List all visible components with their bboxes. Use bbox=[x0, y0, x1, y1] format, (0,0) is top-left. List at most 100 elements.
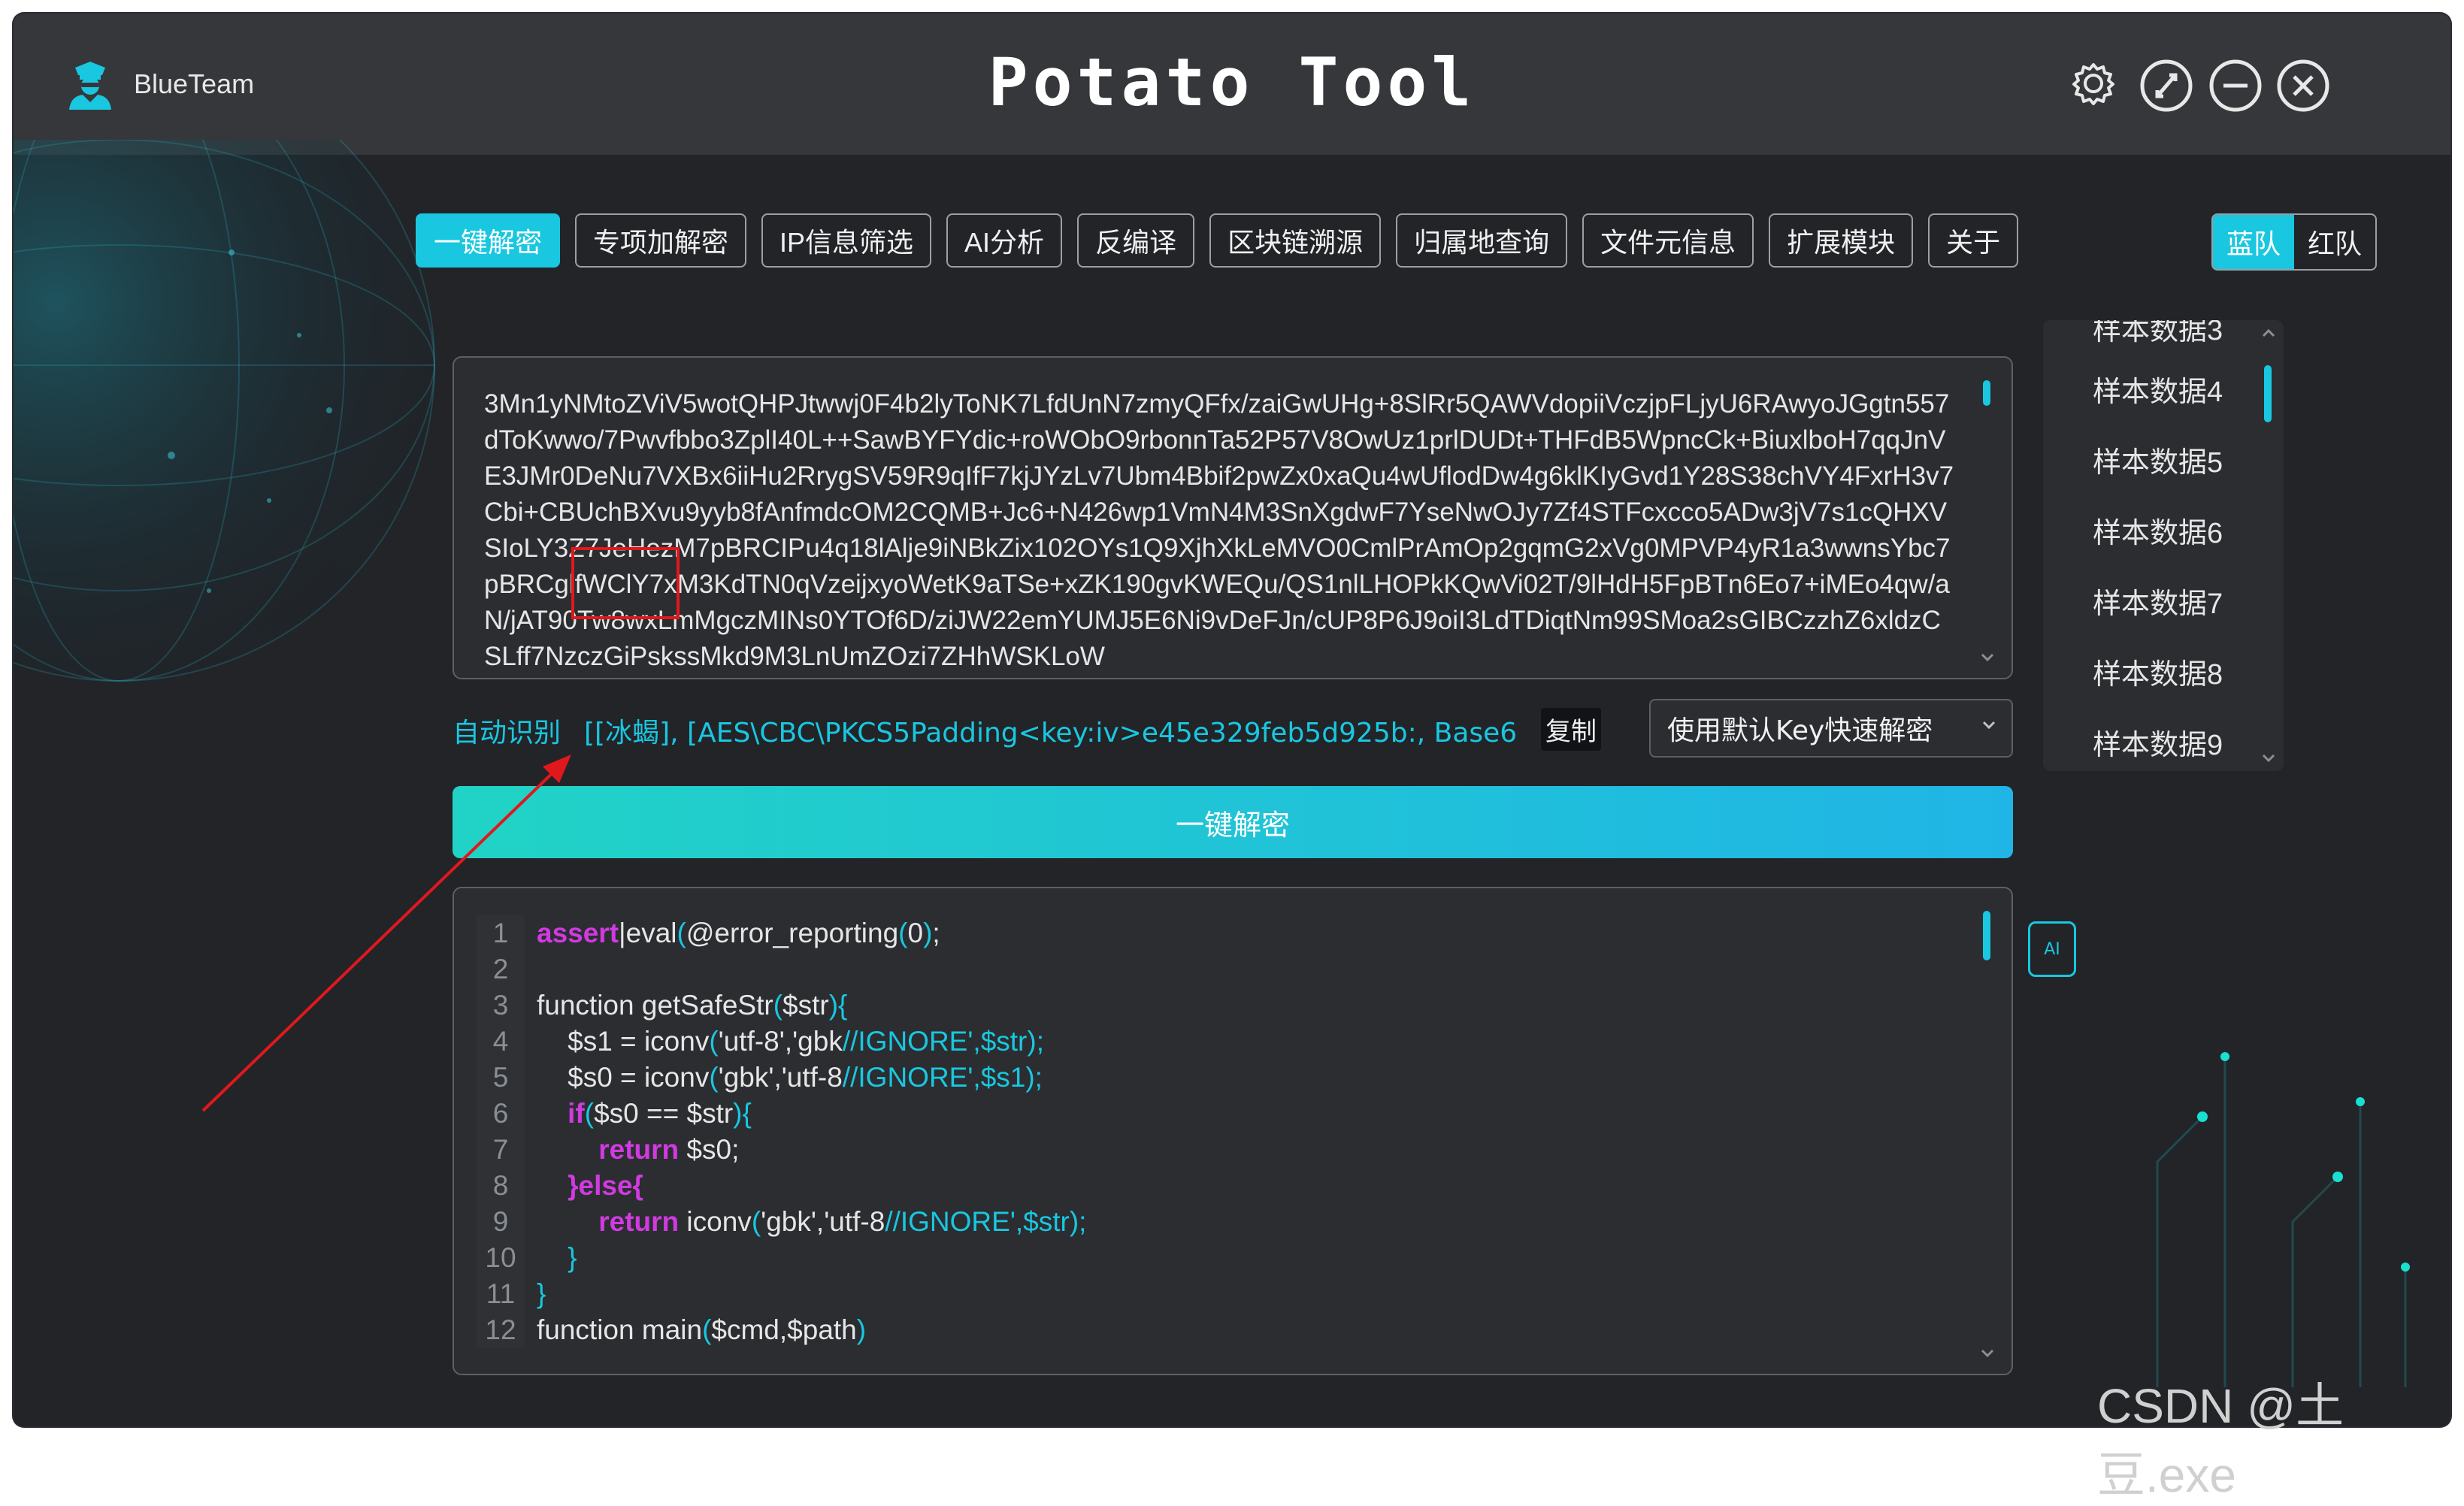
blue-team-toggle[interactable]: 蓝队 bbox=[2213, 215, 2295, 269]
settings-button[interactable] bbox=[2067, 57, 2120, 110]
code-token: //IGNORE',$str); bbox=[842, 1026, 1044, 1057]
key-mode-select[interactable]: 使用默认Key快速解密 bbox=[1649, 699, 2013, 758]
code-line: 9 return iconv('gbk','utf-8//IGNORE',$st… bbox=[477, 1204, 1086, 1240]
red-team-toggle[interactable]: 红队 bbox=[2294, 215, 2375, 269]
code-token: return bbox=[598, 1206, 680, 1237]
copy-button[interactable]: 复制 bbox=[1541, 708, 1601, 751]
sample-item[interactable]: 样本数据8 bbox=[2093, 651, 2223, 692]
detection-result: [[冰蝎], [AES\CBC\PKCS5Padding<key:iv>e45e… bbox=[584, 718, 1516, 748]
code-token: iconv bbox=[679, 1206, 752, 1237]
code-token: 0 bbox=[907, 918, 924, 948]
code-token: 'gbk','utf-8 bbox=[761, 1206, 885, 1237]
code-token: ( bbox=[677, 918, 686, 948]
sample-item[interactable]: 样本数据3 bbox=[2093, 320, 2223, 348]
code-line: 10 } bbox=[477, 1240, 1086, 1276]
code-token: $s1 = iconv bbox=[537, 1026, 710, 1057]
output-scrollbar-thumb[interactable] bbox=[1983, 911, 1990, 960]
code-line: 12 function main($cmd,$path) bbox=[477, 1312, 1086, 1348]
code-token: ( bbox=[773, 990, 783, 1021]
maximize-icon bbox=[2140, 59, 2193, 112]
ai-analyze-button[interactable]: AI bbox=[2028, 921, 2076, 977]
code-line: 3 function getSafeStr($str){ bbox=[477, 987, 1086, 1024]
circuit-background-decoration bbox=[2156, 1052, 2410, 1387]
tab-location-lookup[interactable]: 归属地查询 bbox=[1396, 213, 1568, 268]
main-area: 一键解密 专项加解密 IP信息筛选 AI分析 反编译 区块链溯源 归属地查询 文… bbox=[14, 140, 2450, 1426]
globe-background-decoration bbox=[14, 140, 435, 682]
code-editor[interactable]: 1 assert |eval(@error_reporting(0); 2 3 funct… bbox=[477, 915, 1086, 1348]
code-line: 1 assert |eval(@error_reporting(0); bbox=[477, 915, 1086, 951]
code-token: ( bbox=[709, 1062, 719, 1093]
code-token: 'utf-8','gbk bbox=[718, 1026, 843, 1057]
close-button[interactable] bbox=[2275, 57, 2332, 114]
sample-item[interactable]: 样本数据7 bbox=[2093, 580, 2223, 621]
code-token: } bbox=[537, 1242, 577, 1273]
scroll-down-icon[interactable] bbox=[1980, 652, 1995, 663]
scroll-down-icon[interactable] bbox=[2261, 753, 2276, 764]
minimize-button[interactable] bbox=[2207, 57, 2264, 114]
recognition-row: 自动识别 [[冰蝎], [AES\CBC\PKCS5Padding<key:iv… bbox=[453, 697, 2013, 759]
title-bar[interactable]: BlueTeam Potato Tool bbox=[14, 14, 2450, 155]
sample-item[interactable]: 样本数据9 bbox=[2093, 721, 2223, 763]
decrypted-output[interactable]: 1 assert |eval(@error_reporting(0); 2 3 funct… bbox=[453, 887, 2013, 1375]
code-token: $s0 == $str bbox=[594, 1098, 734, 1129]
code-line: 11} bbox=[477, 1276, 1086, 1312]
line-number: 12 bbox=[477, 1312, 525, 1348]
close-icon bbox=[2277, 59, 2329, 112]
tab-about[interactable]: 关于 bbox=[1928, 213, 2019, 268]
tab-ip-filter[interactable]: IP信息筛选 bbox=[761, 213, 932, 268]
code-token: ( bbox=[898, 918, 908, 948]
sample-item[interactable]: 样本数据4 bbox=[2093, 368, 2223, 410]
code-token: ( bbox=[702, 1314, 712, 1345]
tab-one-click-decrypt[interactable]: 一键解密 bbox=[416, 213, 561, 268]
tab-decompile[interactable]: 反编译 bbox=[1077, 213, 1195, 268]
tab-special-crypto[interactable]: 专项加解密 bbox=[575, 213, 747, 268]
code-token: $str bbox=[782, 990, 829, 1021]
code-token: $cmd,$path bbox=[711, 1314, 857, 1345]
sample-scrollbar-thumb[interactable] bbox=[2264, 365, 2272, 422]
code-token: ( bbox=[751, 1206, 761, 1237]
watermark: CSDN @土豆.exe bbox=[2097, 1379, 2344, 1502]
ai-chip-icon: AI bbox=[2044, 939, 2060, 959]
scroll-up-icon[interactable] bbox=[2261, 328, 2276, 338]
tab-extensions[interactable]: 扩展模块 bbox=[1769, 213, 1914, 268]
minimize-icon bbox=[2209, 59, 2262, 112]
code-token: function getSafeStr bbox=[537, 990, 773, 1021]
gear-icon bbox=[2072, 63, 2114, 105]
code-token: } bbox=[537, 1278, 546, 1309]
line-number: 8 bbox=[477, 1168, 525, 1204]
key-mode-value: 使用默认Key快速解密 bbox=[1667, 715, 1933, 746]
app-window: BlueTeam Potato Tool 一键解密 专项加解密 IP信息筛选 A… bbox=[14, 14, 2450, 1426]
code-token: $s0; bbox=[679, 1134, 740, 1165]
ciphertext-input[interactable]: 3Mn1yNMtoZViV5wotQHPJtwwj0F4b2lyToNK7Lfd… bbox=[453, 356, 2013, 679]
code-token: if bbox=[568, 1098, 585, 1129]
code-token: return bbox=[598, 1134, 680, 1165]
code-line: 8 }else{ bbox=[477, 1168, 1086, 1204]
maximize-button[interactable] bbox=[2138, 57, 2195, 114]
code-token: ) bbox=[923, 918, 933, 948]
tab-file-metadata[interactable]: 文件元信息 bbox=[1582, 213, 1754, 268]
code-token: function main bbox=[537, 1314, 703, 1345]
scroll-down-icon[interactable] bbox=[1980, 1348, 1995, 1359]
team-switch: 蓝队 红队 bbox=[2211, 213, 2378, 271]
sample-item[interactable]: 样本数据6 bbox=[2093, 510, 2223, 551]
code-token: @error_reporting bbox=[686, 918, 899, 948]
auto-detect-label: 自动识别 bbox=[453, 718, 562, 748]
one-click-decrypt-button[interactable]: 一键解密 bbox=[453, 786, 2013, 858]
code-token: |eval bbox=[619, 918, 677, 948]
code-token: $s0 = iconv bbox=[537, 1062, 710, 1093]
code-token: //IGNORE',$str); bbox=[885, 1206, 1087, 1237]
code-token: ; bbox=[932, 918, 940, 948]
code-token: 'gbk','utf-8 bbox=[718, 1062, 843, 1093]
code-token: }else{ bbox=[568, 1170, 643, 1201]
annotation-highlight-box bbox=[571, 547, 680, 619]
tab-ai-analysis[interactable]: AI分析 bbox=[946, 213, 1063, 268]
input-scrollbar-thumb[interactable] bbox=[1983, 380, 1990, 406]
code-line: 7 return $s0; bbox=[477, 1132, 1086, 1168]
sample-item[interactable]: 样本数据5 bbox=[2093, 439, 2223, 480]
tab-blockchain-trace[interactable]: 区块链溯源 bbox=[1209, 213, 1382, 268]
line-number: 2 bbox=[477, 951, 525, 987]
